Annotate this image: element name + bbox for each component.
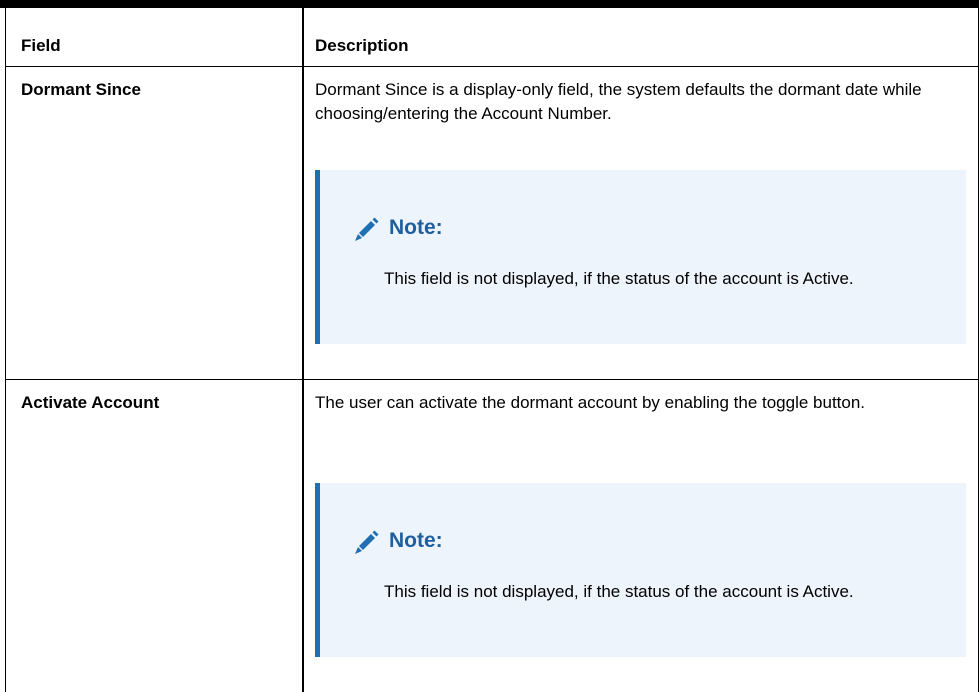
note-body: This field is not displayed, if the stat…: [384, 582, 854, 601]
column-divider: [302, 8, 304, 692]
pencil-icon: [355, 217, 379, 241]
row-activate-account-description: The user can activate the dormant accoun…: [315, 393, 866, 412]
note-callout: Note: This field is not displayed, if th…: [315, 170, 966, 344]
note-title: Note:: [389, 216, 443, 239]
table-top-rule: [0, 0, 979, 8]
note-callout: Note: This field is not displayed, if th…: [315, 483, 966, 657]
row-dormant-since-description: Dormant Since is a display-only field, t…: [315, 80, 922, 123]
pencil-icon: [355, 530, 379, 554]
header-field: Field: [21, 36, 61, 55]
field-description-table: Field Description Dormant Since Dormant …: [0, 0, 979, 692]
row-dormant-since-field: Dormant Since: [21, 80, 141, 99]
note-title: Note:: [389, 529, 443, 552]
row-separator: [5, 379, 979, 380]
header-description: Description: [315, 36, 409, 55]
row-activate-account-field: Activate Account: [21, 393, 160, 412]
header-separator: [5, 66, 979, 67]
table-border-left: [5, 8, 6, 692]
note-body: This field is not displayed, if the stat…: [384, 269, 854, 288]
